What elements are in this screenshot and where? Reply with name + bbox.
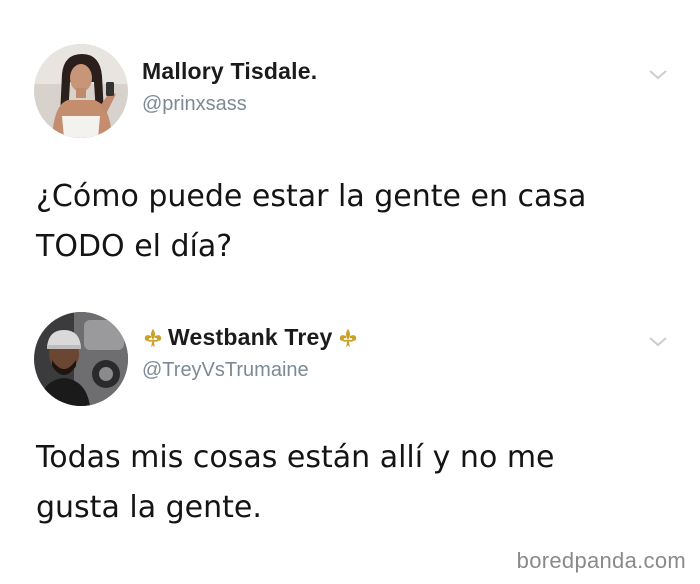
display-name[interactable]: Mallory Tisdale. (142, 58, 317, 85)
tweet-2: Westbank Trey @TreyVsTrumaine Todas mis … (0, 300, 700, 584)
tweet-text: Todas mis cosas están allí y no me gusta… (36, 440, 555, 525)
chevron-down-icon[interactable] (649, 337, 667, 347)
watermark: boredpanda.com (516, 548, 686, 573)
user-handle[interactable]: @prinxsass (142, 93, 247, 116)
avatar-trey[interactable] (34, 312, 128, 406)
profile-photo-icon (34, 312, 128, 406)
tweet-text: ¿Cómo puede estar la gente en casa TODO … (36, 179, 587, 264)
display-name-text: Westbank Trey (168, 324, 333, 350)
chevron-down-icon[interactable] (649, 70, 667, 80)
fleur-de-lis-icon (142, 327, 164, 349)
avatar-mallory[interactable] (34, 44, 128, 138)
display-name[interactable]: Westbank Trey (142, 324, 359, 351)
user-handle[interactable]: @TreyVsTrumaine (142, 359, 309, 382)
fleur-de-lis-icon (337, 327, 359, 349)
tweet-1: Mallory Tisdale. @prinxsass ¿Cómo puede … (0, 0, 700, 300)
profile-photo-icon (34, 44, 128, 138)
